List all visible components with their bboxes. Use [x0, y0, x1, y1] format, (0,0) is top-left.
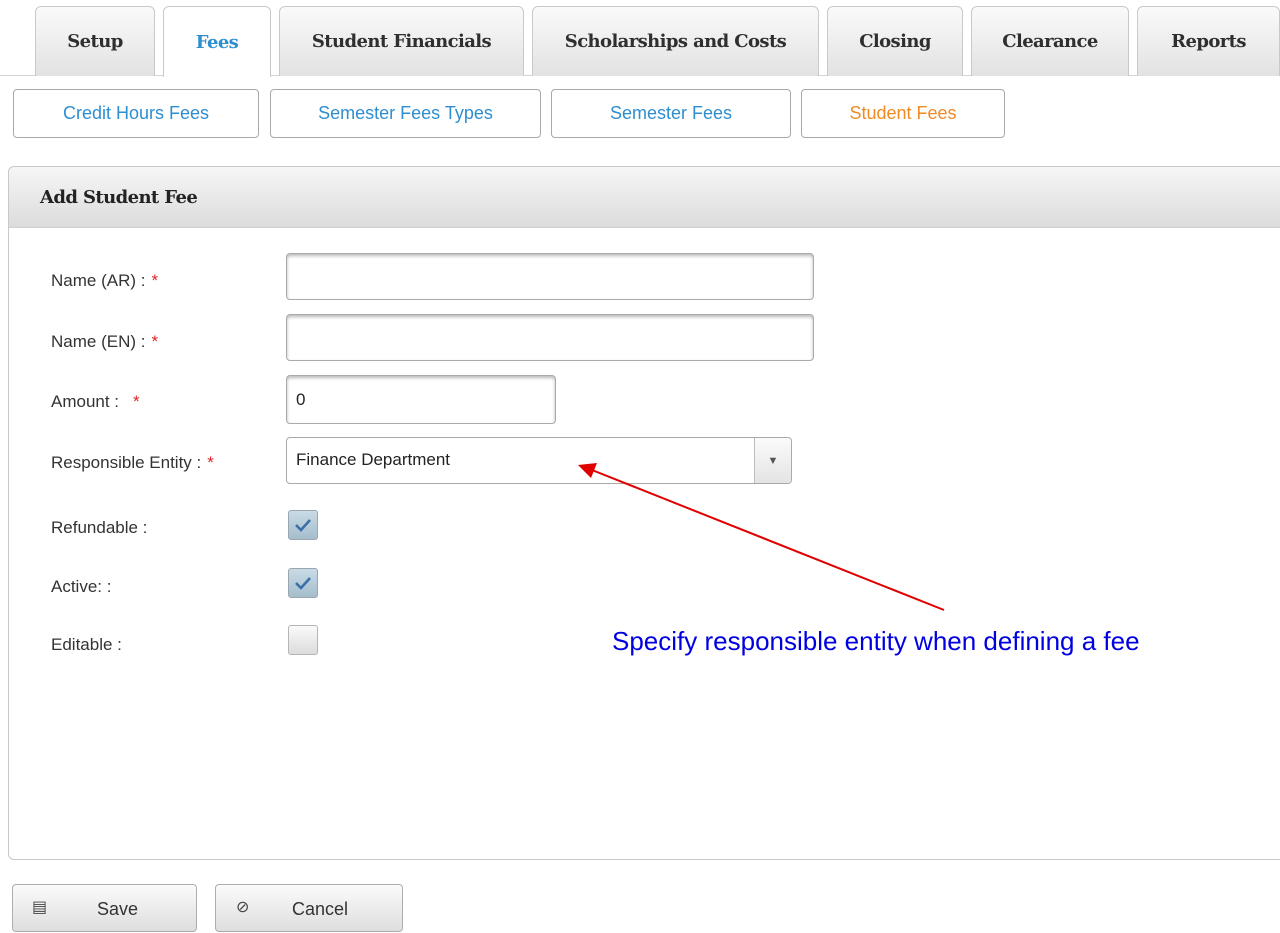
save-button[interactable]: ▤ Save: [12, 884, 197, 932]
annotation-text: Specify responsible entity when defining…: [612, 626, 1140, 656]
cancel-ban-icon: ⊘: [236, 899, 250, 916]
cancel-button-label: Cancel: [292, 899, 349, 919]
save-disk-icon: ▤: [32, 899, 48, 916]
arrow-line: [591, 469, 945, 611]
save-button-label: Save: [97, 899, 139, 919]
cancel-button[interactable]: ⊘ Cancel: [215, 884, 403, 932]
annotation-arrow: [578, 463, 945, 611]
